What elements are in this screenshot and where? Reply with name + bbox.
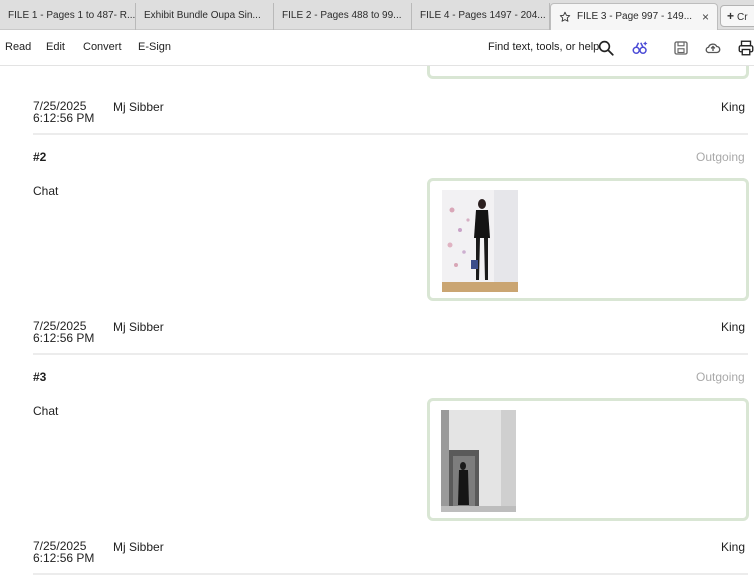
tab-label: FILE 2 - Pages 488 to 99... — [282, 10, 402, 21]
separator — [33, 353, 748, 355]
tab-file-1[interactable]: FILE 1 - Pages 1 to 487- R... — [0, 3, 136, 30]
plus-icon: + — [727, 9, 735, 23]
message-card-1 — [427, 66, 749, 79]
search-icon[interactable] — [597, 39, 615, 57]
photo-image — [441, 410, 516, 512]
message-time: 6:12:56 PM — [33, 331, 95, 345]
message-time: 6:12:56 PM — [33, 551, 95, 565]
message-type: Chat — [33, 184, 59, 198]
tab-file-3[interactable]: FILE 3 - Page 997 - 149... × — [550, 3, 718, 30]
message-recipient: King — [721, 320, 746, 334]
message-time: 6:12:56 PM — [33, 111, 95, 125]
menu-convert[interactable]: Convert — [83, 41, 122, 53]
image-attachment — [441, 410, 516, 512]
message-sender: Mj Sibber — [113, 540, 164, 554]
separator — [33, 133, 748, 135]
message-direction: Outgoing — [696, 150, 745, 164]
message-timestamp: 7/25/2025 6:12:56 PM — [33, 540, 94, 564]
menu-e-sign[interactable]: E-Sign — [138, 41, 171, 53]
save-icon[interactable] — [672, 39, 690, 57]
toolbar: Read Edit Convert E-Sign Find text, tool… — [0, 30, 754, 66]
message-recipient: King — [721, 100, 746, 114]
tab-bar: FILE 1 - Pages 1 to 487- R... Exhibit Bu… — [0, 0, 754, 30]
message-sender: Mj Sibber — [113, 100, 164, 114]
tab-file-2[interactable]: FILE 2 - Pages 488 to 99... — [274, 3, 412, 30]
separator — [33, 573, 748, 575]
ai-assistant-icon[interactable] — [631, 39, 649, 57]
tab-label: FILE 3 - Page 997 - 149... — [577, 11, 693, 22]
create-button[interactable]: + Cr — [720, 5, 754, 27]
photo-image — [442, 190, 518, 292]
message-direction: Outgoing — [696, 370, 745, 384]
find-search-box[interactable]: Find text, tools, or help — [488, 41, 599, 53]
tab-file-4[interactable]: FILE 4 - Pages 1497 - 204... — [412, 3, 550, 30]
menu-edit[interactable]: Edit — [46, 41, 65, 53]
document-page: 7/25/2025 6:12:56 PM Mj Sibber King #2 O… — [0, 66, 754, 579]
message-number: #3 — [33, 370, 47, 384]
cloud-upload-icon[interactable] — [704, 39, 722, 57]
tab-label: Exhibit Bundle Oupa Sin... — [144, 10, 261, 21]
close-icon[interactable]: × — [702, 4, 709, 30]
message-card-3 — [427, 398, 749, 521]
create-label: Cr — [737, 12, 748, 23]
message-timestamp: 7/25/2025 6:12:56 PM — [33, 100, 94, 124]
tab-label: FILE 4 - Pages 1497 - 204... — [420, 10, 546, 21]
message-sender: Mj Sibber — [113, 320, 164, 334]
star-icon[interactable] — [559, 11, 571, 23]
tab-exhibit-bundle[interactable]: Exhibit Bundle Oupa Sin... — [136, 3, 274, 30]
message-number: #2 — [33, 150, 47, 164]
message-card-2 — [427, 178, 749, 301]
image-attachment — [442, 190, 518, 292]
tab-label: FILE 1 - Pages 1 to 487- R... — [8, 10, 136, 21]
message-type: Chat — [33, 404, 59, 418]
menu-read[interactable]: Read — [5, 41, 31, 53]
print-icon[interactable] — [737, 39, 754, 57]
message-recipient: King — [721, 540, 746, 554]
message-timestamp: 7/25/2025 6:12:56 PM — [33, 320, 94, 344]
